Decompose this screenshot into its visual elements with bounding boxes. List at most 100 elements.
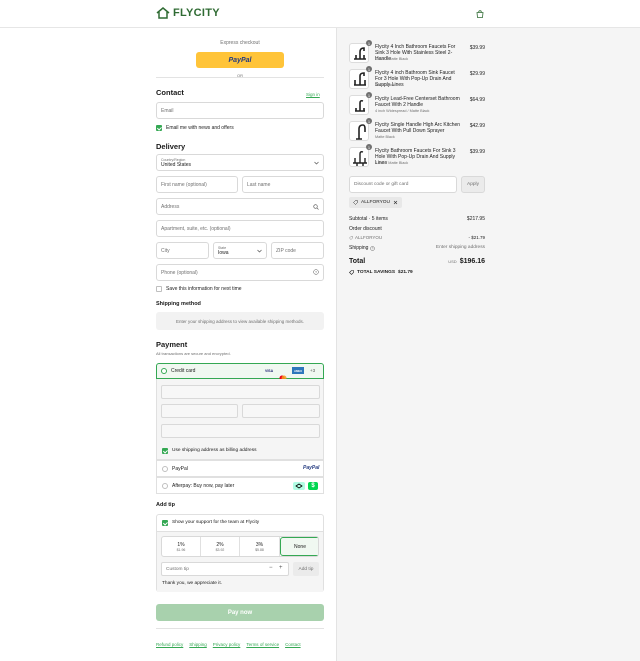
brand-logo[interactable]: FLYCITY [156,7,220,19]
cart-item: 1 Flycity Lead-Free Centerset Bathroom F… [349,92,485,117]
tip-support-checkbox[interactable] [162,520,168,526]
faucet-icon [354,72,366,86]
afterpay-icon [293,482,305,490]
help-icon[interactable]: ? [313,269,319,275]
quantity-badge: 1 [366,118,372,124]
tip-option-none[interactable]: None [280,537,318,556]
cart-item: 1 Flycity 4 Inch Bathroom Faucets For Si… [349,40,485,65]
product-variant: 4 inch / Matte Black [375,57,409,61]
tip-title: Add tip [156,502,175,508]
tip-option-2[interactable]: 2% $3.92 [201,537,240,556]
paypal-radio[interactable] [162,466,168,472]
tip-amount: $3.92 [215,547,225,552]
currency-label: USD [448,259,457,264]
product-variant: Matte Black [375,83,395,87]
cash-app-icon: $ [308,482,318,490]
pay-now-button[interactable]: Pay now [156,604,324,621]
faucet-icon [354,47,366,60]
tip-option-3[interactable]: 3% $5.88 [240,537,280,556]
discount-tag-label: ALLFORYOU [361,200,390,205]
first-name-field[interactable]: First name (optional) [156,176,238,193]
shipping-method-notice: Enter your shipping address to view avai… [156,312,324,330]
faucet-icon [356,124,366,140]
quantity-badge: 1 [366,66,372,72]
tag-icon [349,270,354,275]
billing-checkbox[interactable] [162,448,168,454]
search-icon [313,204,319,210]
credit-card-option[interactable]: Credit card VISA AMEX +3 [156,363,324,381]
svg-text:?: ? [315,270,317,274]
payment-title: Payment [156,340,188,349]
save-info-checkbox[interactable] [156,286,162,292]
tip-increase-button[interactable]: + [279,565,283,571]
name-on-card-field[interactable] [161,424,320,438]
tip-options: 1% $1.96 2% $3.92 3% $5.88 None [161,536,319,557]
sign-in-link[interactable]: Sign in [306,92,320,97]
tip-option-1[interactable]: 1% $1.96 [162,537,201,556]
cart-item: 1 Flycity Bathroom Faucets For Sink 3 Ho… [349,144,485,169]
tip-support-label: Show your support for the team at Flycit… [172,520,260,525]
save-info-label: Save this information for next time [166,286,242,292]
email-field[interactable]: Email [156,102,324,119]
expiration-field[interactable] [161,404,238,418]
subtotal-label: Subtotal · 5 items [349,216,388,222]
news-checkbox[interactable] [156,125,162,131]
faucet-icon [353,151,367,166]
discount-code-field[interactable]: Discount code or gift card [349,176,457,193]
zip-field[interactable]: ZIP code [271,242,324,259]
add-tip-button[interactable]: Add tip [293,562,319,576]
apartment-field[interactable]: Apartment, suite, etc. (optional) [156,220,324,237]
paypal-option[interactable]: PayPal PayPal [156,460,324,477]
close-icon[interactable] [393,200,398,205]
brand-name: FLYCITY [173,7,220,19]
card-number-field[interactable] [161,385,320,399]
phone-field[interactable]: Phone (optional) [156,264,324,281]
shipping-row: Shipping? Enter shipping address [349,245,485,251]
quantity-badge: 1 [366,40,372,46]
faucet-icon [355,99,365,112]
address-field[interactable]: Address [156,198,324,215]
product-price: $29.99 [469,71,485,77]
product-price: $39.99 [469,45,485,51]
contact-link[interactable]: Contact [285,642,301,647]
cart-item: 1 Flycity 4 inch Bathroom Sink Faucet Fo… [349,66,485,91]
product-thumbnail [349,147,369,167]
chevron-down-icon [257,249,262,253]
city-field[interactable]: City [156,242,209,259]
shopping-bag-icon[interactable] [476,10,484,18]
security-code-field[interactable] [242,404,320,418]
apply-button[interactable]: Apply [461,176,485,193]
country-select[interactable]: Country/Region United States [156,154,324,171]
tip-decrease-button[interactable]: − [269,565,273,571]
product-thumbnail [349,95,369,115]
refund-policy-link[interactable]: Refund policy [156,642,183,647]
product-name: Flycity Lead-Free Centerset Bathroom Fau… [375,96,460,108]
order-discount-row: Order discount [349,226,485,232]
card-details-panel: Use shipping address as billing address [156,379,324,460]
terms-link[interactable]: Terms of service [246,642,279,647]
afterpay-option[interactable]: Afterpay: Buy now, pay later $ [156,477,324,494]
discount-code-row: ALLFORYOU - $21.79 [349,235,485,240]
footer-divider [156,628,324,629]
product-price: $39.99 [469,149,485,155]
product-variant: 4 inch Widespread / Matte Black [375,109,430,113]
privacy-policy-link[interactable]: Privacy policy [213,642,241,647]
chevron-down-icon [314,161,319,165]
savings-value: $21.79 [398,270,413,275]
checkout-form: Express checkout PayPal OR Contact Sign … [0,28,336,661]
product-thumbnail [349,69,369,89]
visa-icon: VISA [265,369,274,373]
afterpay-radio[interactable] [162,483,168,489]
last-name-field[interactable]: Last name [242,176,324,193]
news-label: Email me with news and offers [166,125,234,131]
help-icon[interactable]: ? [370,245,376,251]
credit-card-radio[interactable] [161,368,167,374]
afterpay-label: Afterpay: Buy now, pay later [172,483,235,489]
shipping-link[interactable]: Shipping [189,642,207,647]
shipping-method-title: Shipping method [156,301,201,307]
billing-label: Use shipping address as billing address [172,448,257,453]
subtotal-value: $217.95 [466,216,485,222]
paypal-express-button[interactable]: PayPal [196,52,284,68]
product-variant: Matte Black [375,135,395,139]
product-price: $64.99 [469,97,485,103]
